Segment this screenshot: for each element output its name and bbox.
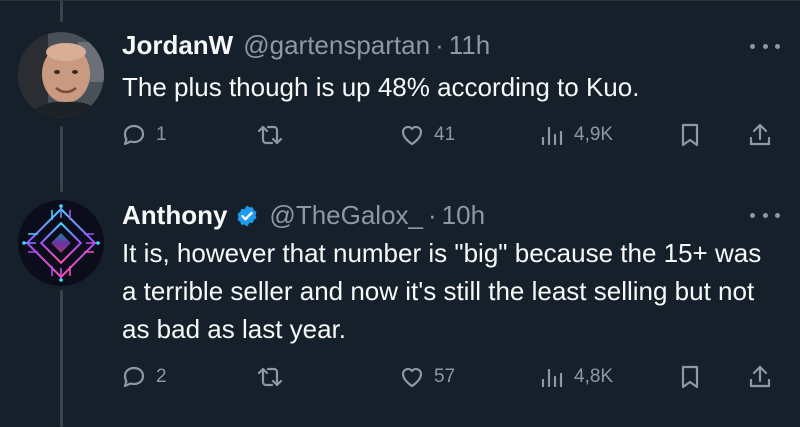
avatar-jordanw[interactable] — [18, 32, 104, 118]
separator-dot: · — [435, 30, 444, 60]
timestamp[interactable]: 11h — [449, 30, 490, 61]
bookmark-button[interactable] — [676, 118, 704, 152]
like-button[interactable]: 57 — [398, 360, 455, 394]
action-bar: 2 57 4,8K — [120, 360, 780, 394]
reply-icon — [123, 366, 145, 388]
like-count: 41 — [434, 124, 456, 145]
retweet-button[interactable] — [256, 118, 292, 152]
tweet-header: Anthony @TheGalox_ · 10h — [122, 200, 485, 231]
reply-count: 1 — [156, 124, 167, 145]
views-button[interactable]: 4,8K — [538, 360, 613, 394]
more-icon[interactable] — [750, 41, 780, 51]
reply-button[interactable]: 1 — [120, 118, 167, 152]
reply-button[interactable]: 2 — [120, 360, 167, 394]
views-count: 4,8K — [574, 366, 614, 387]
separator-dot: · — [428, 200, 437, 230]
bookmark-button[interactable] — [676, 360, 704, 394]
display-name[interactable]: Anthony — [122, 200, 227, 231]
tweet-text: It is, however that number is "big" beca… — [122, 238, 762, 344]
share-icon — [749, 123, 771, 146]
more-icon[interactable] — [750, 210, 780, 220]
like-button[interactable]: 41 — [398, 118, 455, 152]
retweet-icon — [257, 125, 283, 145]
share-icon — [749, 365, 771, 388]
tweet-anthony[interactable]: Anthony @TheGalox_ · 10h It is, however … — [0, 190, 800, 427]
bookmark-icon — [681, 123, 699, 147]
tweet-jordanw[interactable]: JordanW @gartenspartan · 11h The plus th… — [0, 0, 800, 190]
display-name[interactable]: JordanW — [122, 30, 233, 61]
avatar-anthony[interactable] — [18, 200, 104, 286]
like-icon — [401, 367, 423, 388]
user-handle[interactable]: @gartenspartan — [243, 30, 430, 61]
views-count: 4,9K — [574, 124, 614, 145]
user-handle[interactable]: @TheGalox_ — [269, 200, 423, 231]
retweet-button[interactable] — [256, 360, 292, 394]
reply-count: 2 — [156, 366, 167, 387]
views-icon — [541, 368, 563, 388]
tweet-header: JordanW @gartenspartan · 11h — [122, 30, 490, 61]
bookmark-icon — [681, 365, 699, 389]
tweet-text: The plus though is up 48% according to K… — [122, 72, 640, 102]
views-icon — [541, 126, 563, 146]
views-button[interactable]: 4,9K — [538, 118, 613, 152]
retweet-icon — [257, 367, 283, 387]
share-button[interactable] — [746, 118, 774, 152]
action-bar: 1 41 4,9K — [120, 118, 780, 152]
like-icon — [401, 125, 423, 146]
reply-icon — [123, 124, 145, 146]
verified-badge-icon — [237, 205, 257, 226]
like-count: 57 — [434, 366, 456, 387]
share-button[interactable] — [746, 360, 774, 394]
timestamp[interactable]: 10h — [442, 200, 485, 231]
